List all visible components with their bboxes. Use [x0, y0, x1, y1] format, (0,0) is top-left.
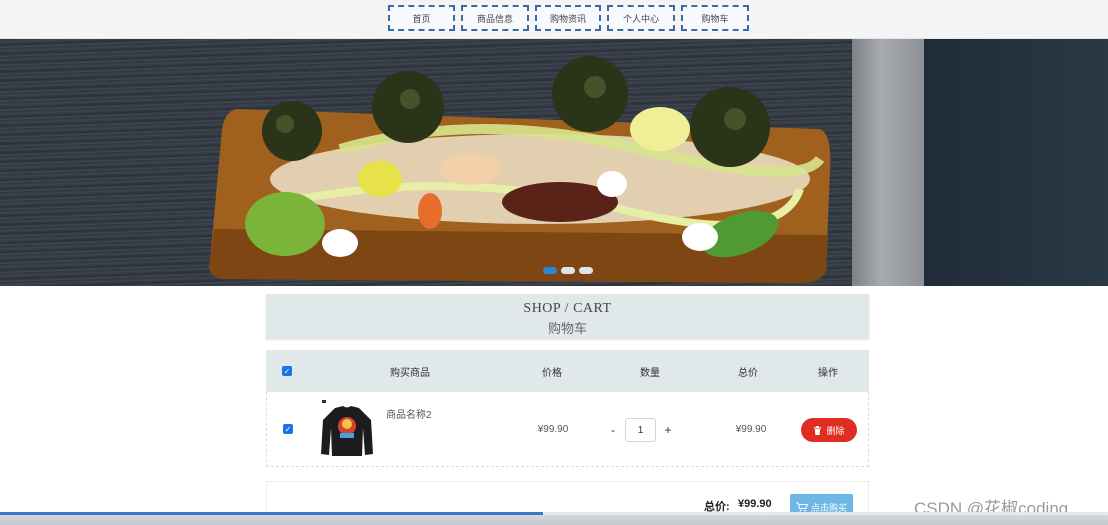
product-name[interactable]: 商品名称2: [386, 406, 432, 421]
delete-button[interactable]: 删除: [801, 418, 857, 442]
product-price: ¥99.90: [537, 423, 569, 435]
row-select-cell: ✓: [281, 392, 295, 466]
quantity-stepper: - 1 +: [608, 418, 673, 442]
nav-profile[interactable]: 个人中心: [607, 5, 675, 31]
quantity-input[interactable]: 1: [625, 418, 656, 442]
row-checkbox[interactable]: ✓: [283, 424, 293, 434]
nav-news[interactable]: 购物资讯: [535, 5, 601, 31]
row-subtotal: ¥99.90: [735, 423, 767, 435]
banner-food-image: [209, 56, 831, 283]
select-all-cell: ✓: [280, 350, 294, 392]
select-all-checkbox[interactable]: ✓: [282, 366, 292, 376]
delete-label: 删除: [826, 425, 845, 436]
top-nav: 首页 商品信息 购物资讯 个人中心 购物车: [0, 0, 1108, 39]
carousel-dot-3[interactable]: [579, 267, 593, 274]
page-title-en: SHOP / CART: [523, 301, 612, 316]
header-price: 价格: [542, 367, 562, 379]
cart-icon: [795, 502, 808, 512]
trash-icon: [814, 425, 822, 435]
total-value: ¥99.90: [738, 498, 772, 510]
carousel-dot-2[interactable]: [561, 267, 575, 274]
carousel-dot-1[interactable]: [543, 267, 557, 274]
product-thumbnail[interactable]: [319, 400, 375, 458]
nav-cart[interactable]: 购物车: [681, 5, 749, 31]
cart-table-header: ✓ 购买商品 价格 数量 总价 操作: [266, 350, 869, 392]
shop-cart-page: 首页 商品信息 购物资讯 个人中心 购物车 SHOP / CART 购物车 ✓ …: [0, 0, 1108, 525]
banner-carousel[interactable]: [0, 39, 1108, 286]
table-row: ✓ 商品名称2 ¥99.90 - 1 + ¥99.90 删除: [266, 392, 869, 467]
page-load-progress: [0, 512, 1108, 525]
header-product: 购买商品: [390, 367, 430, 379]
page-title-cn: 购物车: [547, 321, 587, 336]
header-actions: 操作: [818, 367, 838, 379]
carousel-dots: [543, 267, 593, 274]
nav-products[interactable]: 商品信息: [461, 5, 529, 31]
nav-home[interactable]: 首页: [388, 5, 455, 31]
progress-track: [0, 515, 1108, 525]
quantity-decrease-button[interactable]: -: [608, 423, 618, 437]
page-title: SHOP / CART 购物车: [266, 294, 869, 339]
header-quantity: 数量: [640, 367, 660, 379]
header-subtotal: 总价: [738, 367, 758, 379]
quantity-increase-button[interactable]: +: [663, 423, 673, 437]
